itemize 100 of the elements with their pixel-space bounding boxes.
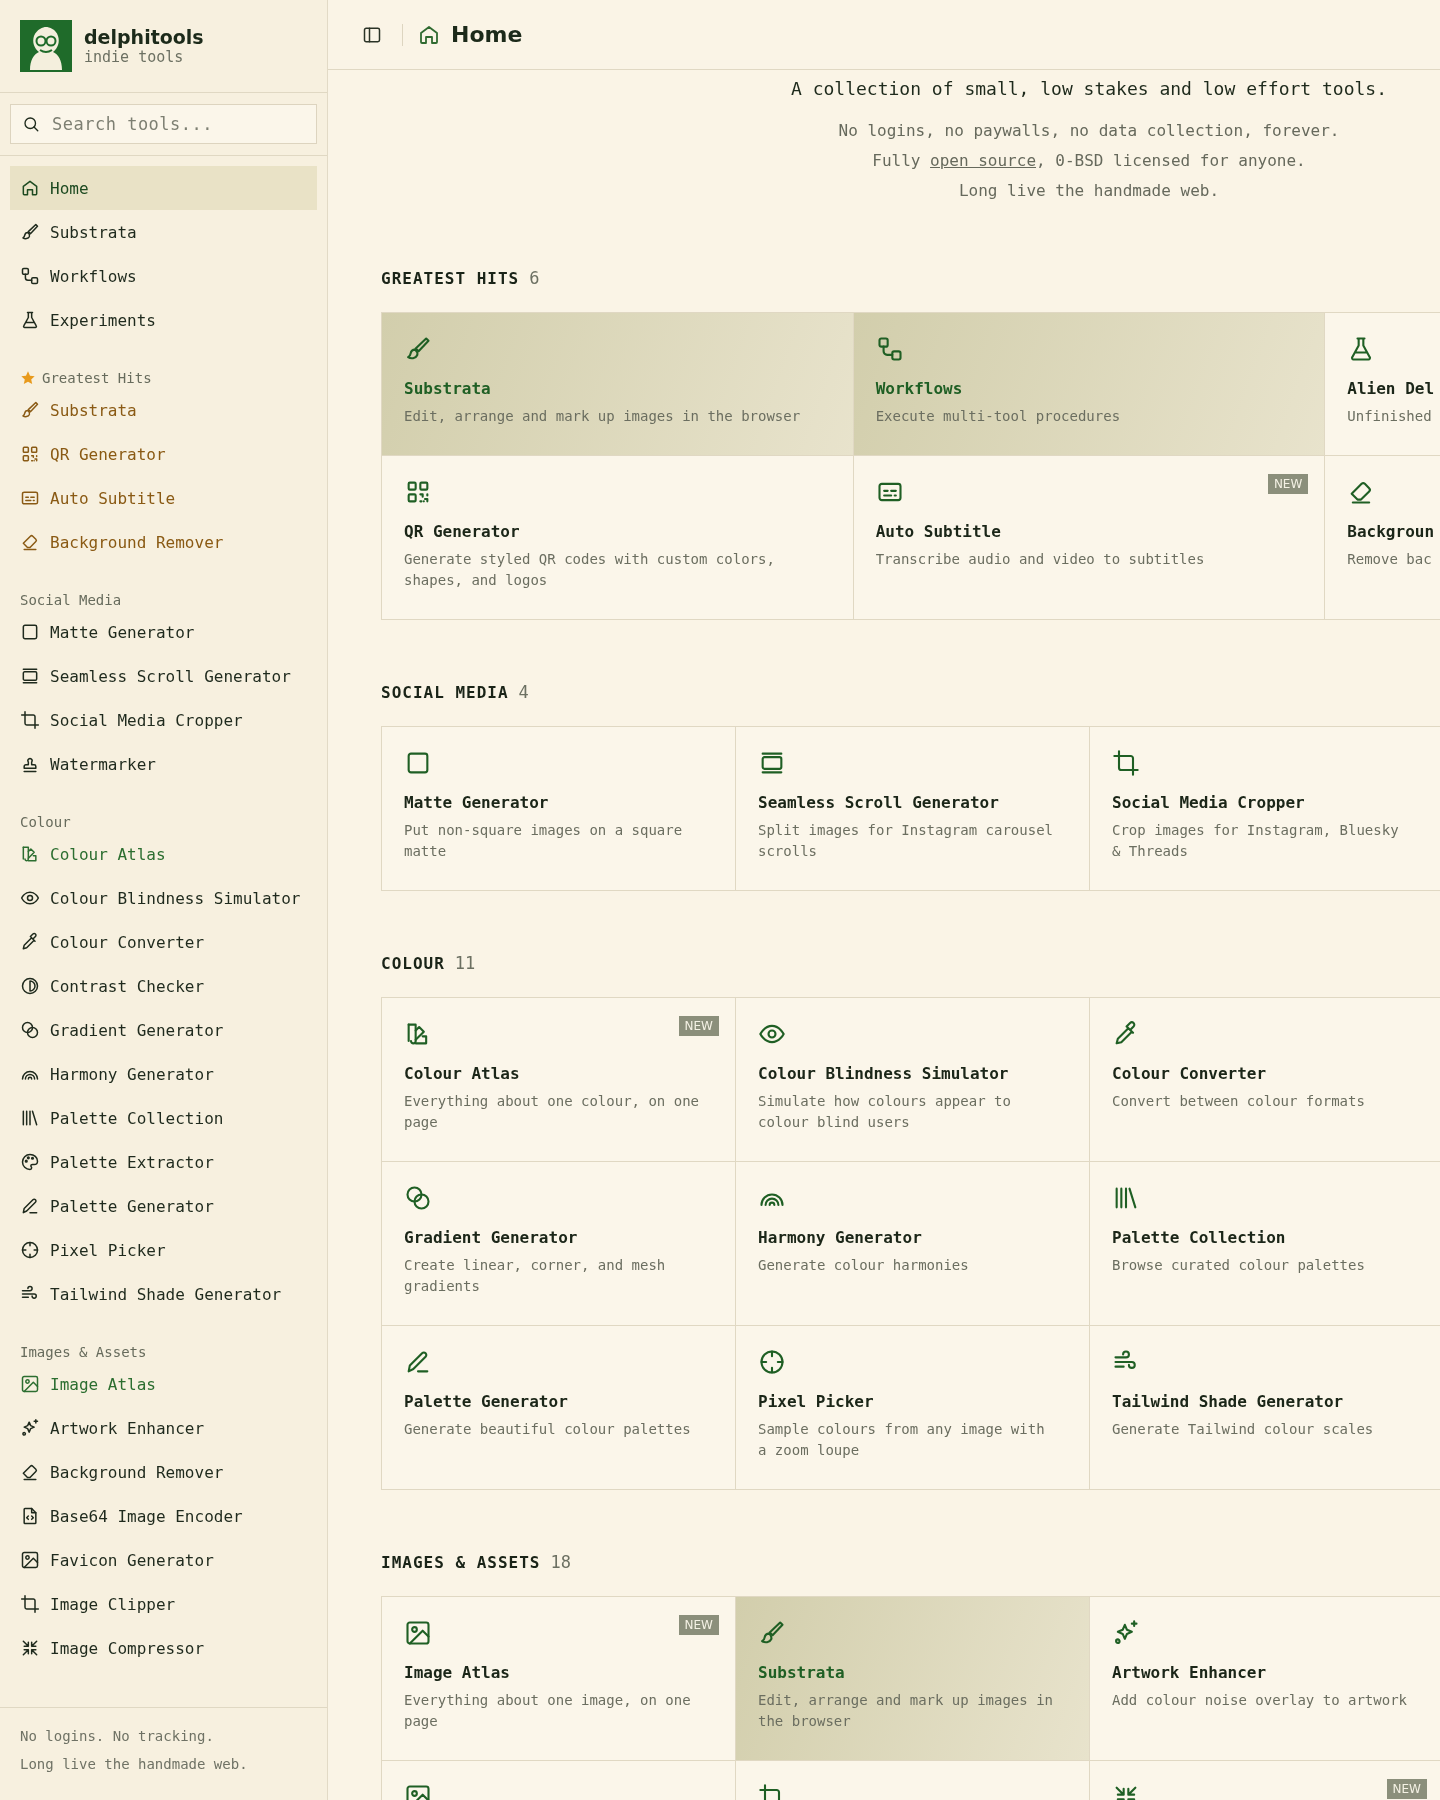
card-title: Substrata [758, 1663, 846, 1682]
tool-card[interactable]: Backgroun Remove bac [1325, 456, 1440, 620]
intro-text: Fully open source, 0-BSD licensed for anyone. [871, 150, 1307, 172]
sidebar-item[interactable]: Substrata [10, 210, 317, 254]
card-description: Generate styled QR codes with custom colors, shapes, and logos [404, 550, 776, 590]
section-count: 4 [518, 682, 529, 702]
tool-card[interactable]: NEW Image Atlas Everything about one image, on one page [382, 1597, 736, 1761]
sidebar-item[interactable]: Tailwind Shade Generator [10, 1272, 317, 1316]
tool-card[interactable]: Workflows Execute multi-tool procedures [853, 313, 1326, 456]
tool-card[interactable]: Matte Generator Put non-square images on a square matte [382, 727, 736, 891]
card-description: Split images for Instagram carousel scrolls [758, 821, 1054, 861]
tool-card[interactable]: NEW Colour Atlas Everything about one colour, on one page [382, 998, 736, 1162]
footer-text: Long live the handmade web. [20, 1755, 249, 1774]
sidebar-item[interactable]: Harmony Generator [10, 1052, 317, 1096]
card-description: Browse curated colour palettes [1112, 1256, 1366, 1275]
sidebar-item[interactable]: Palette Collection [10, 1096, 317, 1140]
sidebar-item[interactable]: Base64 Image Encoder [10, 1494, 317, 1538]
sidebar-item[interactable]: Gradient Generator [10, 1008, 317, 1052]
tool-card[interactable]: Substrata Edit, arrange and mark up images in the browser [382, 313, 854, 456]
tool-card[interactable]: Seamless Scroll Generator Split images for Instagram carousel scrolls [736, 727, 1090, 891]
tool-card[interactable]: Palette Collection Browse curated colour palettes [1090, 1162, 1440, 1326]
sidebar-item[interactable]: Matte Generator [10, 610, 317, 654]
sidebar-item[interactable]: Image Atlas [10, 1362, 317, 1406]
card-description: Generate colour harmonies [758, 1256, 970, 1275]
overlapping-circles-icon [20, 1020, 40, 1040]
sidebar-item[interactable]: Pixel Picker [10, 1228, 317, 1272]
section-label: Social Media [20, 592, 122, 608]
tool-card[interactable]: Pixel Picker Sample colours from any image with a zoom loupe [736, 1326, 1090, 1490]
tool-card[interactable]: Palette Generator Generate beautiful colour palettes [382, 1326, 736, 1490]
card-description: Crop images for Instagram, Bluesky & Threads [1112, 821, 1400, 861]
sidebar-item[interactable]: Experiments [10, 298, 317, 342]
tool-card[interactable]: Harmony Generator Generate colour harmonies [736, 1162, 1090, 1326]
card-description: Unfinished [1347, 407, 1433, 426]
sidebar-item[interactable]: Artwork Enhancer [10, 1406, 317, 1450]
crop-icon [20, 710, 40, 730]
home-icon [20, 178, 40, 198]
tool-card[interactable]: Colour Blindness Simulator Simulate how colours appear to colour blind users [736, 998, 1090, 1162]
sidebar-item[interactable]: Contrast Checker [10, 964, 317, 1008]
tool-card[interactable]: Artwork Enhancer Add colour noise overlay to artwork [1090, 1597, 1440, 1761]
sidebar-item[interactable]: Seamless Scroll Generator [10, 654, 317, 698]
tool-card[interactable]: NEW Auto Subtitle Transcribe audio and video to subtitles [853, 456, 1326, 620]
sidebar-item[interactable]: Colour Converter [10, 920, 317, 964]
image-icon [20, 1374, 40, 1394]
sidebar-item[interactable]: Auto Subtitle [10, 476, 317, 520]
card-title: Substrata [404, 379, 492, 398]
file-code-icon [20, 1506, 40, 1526]
crop-icon [20, 1594, 40, 1614]
brush-icon [20, 400, 40, 420]
tool-card[interactable]: QR Generator Generate styled QR codes with custom colors, shapes, and logos [382, 456, 854, 620]
section-count: 11 [454, 953, 476, 973]
sidebar-item[interactable]: Substrata [10, 388, 317, 432]
sidebar-item[interactable]: Image Clipper [10, 1582, 317, 1626]
section-title: COLOUR [381, 954, 445, 973]
card-description: Everything about one image, on one page [404, 1691, 692, 1731]
crop-icon [1112, 749, 1140, 777]
intro-text: Long live the handmade web. [957, 180, 1221, 202]
sidebar-item[interactable]: Favicon Generator [10, 1538, 317, 1582]
swatches-icon [20, 844, 40, 864]
sidebar-item[interactable]: Social Media Cropper [10, 698, 317, 742]
sparkles-icon [1112, 1619, 1140, 1647]
contrast-icon [20, 976, 40, 996]
sidebar-item[interactable]: QR Generator [10, 432, 317, 476]
new-badge: NEW [678, 1016, 719, 1036]
tool-card[interactable]: Colour Converter Convert between colour formats [1090, 998, 1440, 1162]
square-icon [20, 622, 40, 642]
footer-text: No logins. No tracking. [20, 1727, 215, 1746]
tool-card[interactable]: Social Media Cropper Crop images for Instagram, Bluesky & Threads [1090, 727, 1440, 891]
sidebar-item[interactable]: Image Compressor [10, 1626, 317, 1670]
section-label: Images & Assets [20, 1344, 147, 1360]
new-badge: NEW [1267, 474, 1309, 494]
page-title: Home [451, 22, 523, 47]
crosshair-icon [758, 1348, 786, 1376]
image-icon [404, 1619, 432, 1647]
search-field[interactable]: Search tools... [10, 104, 317, 144]
card-title: Workflows [875, 379, 964, 398]
card-description: Generate beautiful colour palettes [404, 1420, 692, 1439]
card-description: Transcribe audio and video to subtitles [875, 550, 1206, 569]
sidebar-item[interactable]: Watermarker [10, 742, 317, 786]
tool-card[interactable]: Alien Del Unfinished [1325, 313, 1440, 456]
tool-card[interactable]: Tailwind Shade Generator Generate Tailwind colour scales [1090, 1326, 1440, 1490]
sidebar-item[interactable]: Workflows [10, 254, 317, 298]
card-title: Gradient Generator [404, 1228, 579, 1247]
card-title: Backgroun [1347, 522, 1436, 541]
section-title: GREATEST HITS [381, 269, 520, 288]
crosshair-icon [20, 1240, 40, 1260]
sidebar-item[interactable]: Palette Generator [10, 1184, 317, 1228]
sidebar-item[interactable]: Colour Atlas [10, 832, 317, 876]
sidebar-item[interactable]: Palette Extractor [10, 1140, 317, 1184]
card-title: Image Atlas [404, 1663, 511, 1682]
sidebar-item[interactable]: Background Remover [10, 1450, 317, 1494]
headline: A collection of small, low stakes and low effort tools. [790, 77, 1388, 101]
pipette-icon [20, 932, 40, 952]
tool-card[interactable]: Substrata Edit, arrange and mark up images in the browser [736, 1597, 1090, 1761]
tool-card[interactable]: Gradient Generator Create linear, corner, and mesh gradients [382, 1162, 736, 1326]
sidebar-item[interactable]: Home [10, 166, 317, 210]
sidebar-item[interactable]: Colour Blindness Simulator [10, 876, 317, 920]
card-description: Add colour noise overlay to artwork [1112, 1691, 1408, 1710]
qr-code-icon [20, 444, 40, 464]
sidebar-item[interactable]: Background Remover [10, 520, 317, 564]
open-source-link[interactable]: open source [930, 151, 1036, 170]
